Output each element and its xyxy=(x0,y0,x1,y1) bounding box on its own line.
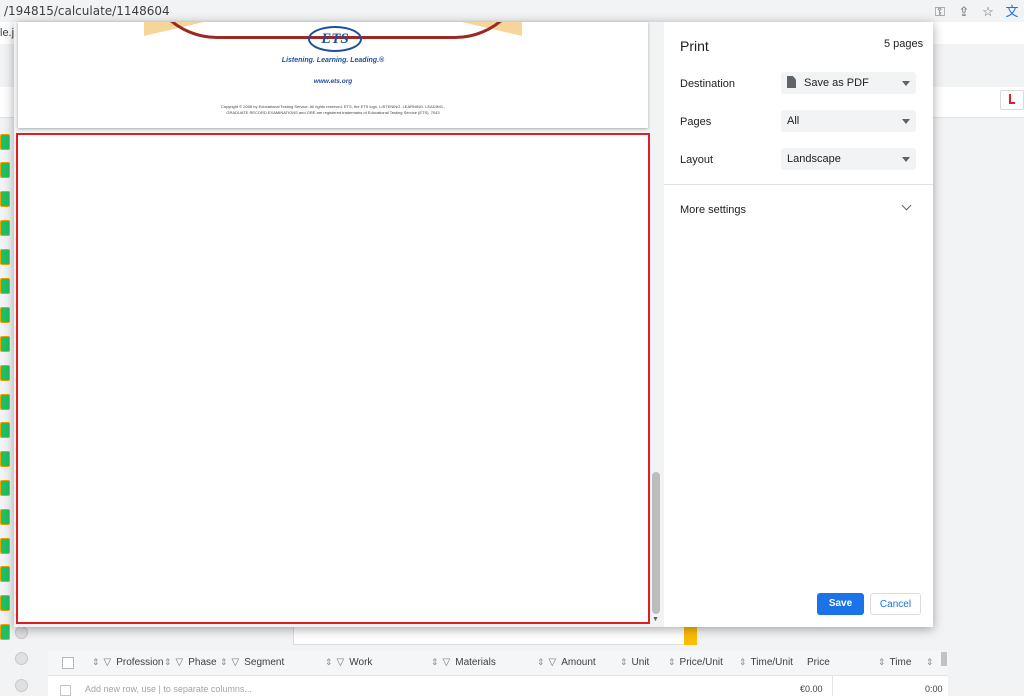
table-row[interactable]: Add new row, use | to separate columns..… xyxy=(48,676,948,696)
grid-scrollbar[interactable] xyxy=(941,652,947,666)
row-checkbox[interactable] xyxy=(60,685,71,696)
dropdown-caret-icon xyxy=(902,157,910,162)
preview-page-1: ETS Listening. Learning. Leading.® www.e… xyxy=(18,22,648,128)
more-settings-toggle[interactable]: More settings xyxy=(680,204,746,216)
layout-label: Layout xyxy=(680,154,714,166)
toolbar-red-button[interactable] xyxy=(1000,90,1024,110)
status-marker[interactable] xyxy=(0,220,10,236)
url-text[interactable]: /194815/calculate/1148604 xyxy=(4,4,170,18)
status-marker[interactable] xyxy=(0,134,10,150)
filter-icon[interactable]: ▽ xyxy=(232,657,240,668)
key-icon[interactable]: ⚿ xyxy=(932,4,948,20)
copyright-text: Copyright © 2008 by Educational Testing … xyxy=(220,104,446,115)
status-marker[interactable] xyxy=(0,162,10,178)
save-button[interactable]: Save xyxy=(817,593,864,615)
preview-page-2 xyxy=(16,133,650,624)
status-marker[interactable] xyxy=(0,307,10,323)
sort-icon[interactable]: ⇕ xyxy=(431,657,439,667)
column-header[interactable]: ⇕ Time xyxy=(878,657,911,668)
page-count: 5 pages xyxy=(884,38,924,50)
input-bar-handle[interactable] xyxy=(684,626,697,645)
column-header[interactable]: Price xyxy=(807,657,830,668)
row-indicator-icon[interactable] xyxy=(15,679,28,692)
column-header[interactable]: ⇕ ▽ Segment xyxy=(220,657,284,668)
status-marker[interactable] xyxy=(0,278,10,294)
filter-icon[interactable]: ▽ xyxy=(104,657,112,668)
filter-icon[interactable]: ▽ xyxy=(176,657,184,668)
column-header[interactable]: ⇕ Unit xyxy=(620,657,649,668)
sort-icon[interactable]: ⇕ xyxy=(220,657,228,667)
status-marker[interactable] xyxy=(0,365,10,381)
star-icon[interactable]: ☆ xyxy=(980,4,996,20)
status-marker[interactable] xyxy=(0,480,10,496)
row-time: 0:00 xyxy=(925,684,943,694)
column-header[interactable]: ⇕ Time/Unit xyxy=(739,657,793,668)
sort-icon[interactable]: ⇕ xyxy=(878,657,886,667)
share-icon[interactable]: ⇪ xyxy=(956,4,972,20)
status-marker[interactable] xyxy=(0,624,10,640)
sort-icon[interactable]: ⇕ xyxy=(620,657,628,667)
status-marker[interactable] xyxy=(0,336,10,352)
select-all-checkbox[interactable] xyxy=(62,657,74,669)
status-marker[interactable] xyxy=(0,249,10,265)
input-bar[interactable] xyxy=(293,626,697,645)
row-indicator-icon[interactable] xyxy=(15,626,28,639)
row-price: €0.00 xyxy=(800,684,823,694)
corner-icon xyxy=(1009,94,1015,104)
pages-label: Pages xyxy=(680,116,712,128)
sort-icon[interactable]: ⇕ xyxy=(668,657,676,667)
pages-select[interactable]: All xyxy=(781,110,916,132)
filter-icon[interactable]: ▽ xyxy=(337,657,345,668)
ets-logo: ETS xyxy=(308,26,362,52)
sort-icon[interactable]: ⇕ xyxy=(926,657,934,667)
filter-icon[interactable]: ▽ xyxy=(549,657,557,668)
destination-label: Destination xyxy=(680,78,736,90)
column-header[interactable]: ⇕ ▽ Profession xyxy=(92,657,164,668)
sort-icon[interactable]: ⇕ xyxy=(325,657,333,667)
sort-icon[interactable]: ⇕ xyxy=(164,657,172,667)
layout-select[interactable]: Landscape xyxy=(781,148,916,170)
sort-icon[interactable]: ⇕ xyxy=(92,657,100,667)
status-marker[interactable] xyxy=(0,595,10,611)
ets-tagline: Listening. Learning. Leading.® xyxy=(281,57,385,64)
column-header[interactable]: ⇕ ▽ Work xyxy=(325,657,372,668)
row-indicator-icon[interactable] xyxy=(15,652,28,665)
status-marker[interactable] xyxy=(0,191,10,207)
status-marker[interactable] xyxy=(0,538,10,554)
filter-icon[interactable]: ▽ xyxy=(443,657,451,668)
translate-icon[interactable]: 文 xyxy=(1004,4,1020,20)
status-marker[interactable] xyxy=(0,509,10,525)
ets-website: www.ets.org xyxy=(313,78,353,85)
settings-divider xyxy=(664,184,933,185)
status-marker[interactable] xyxy=(0,422,10,438)
dropdown-caret-icon xyxy=(902,119,910,124)
document-icon xyxy=(787,76,796,88)
column-header[interactable]: ⇕ Price/Unit xyxy=(668,657,723,668)
destination-select[interactable]: Save as PDF xyxy=(781,72,916,94)
column-menu[interactable]: ⇕ xyxy=(926,657,938,668)
sort-icon[interactable]: ⇕ xyxy=(739,657,747,667)
status-marker[interactable] xyxy=(0,394,10,410)
preview-scrollbar-thumb[interactable] xyxy=(652,472,660,614)
new-row-input[interactable]: Add new row, use | to separate columns..… xyxy=(85,684,252,694)
column-divider xyxy=(832,676,833,696)
scroll-down-icon[interactable]: ▼ xyxy=(652,616,659,623)
grid-header: ⇕ ▽ Profession ⇕ ▽ Phase ⇕ ▽ Segment ⇕ ▽ Work ⇕ ▽… xyxy=(48,651,948,676)
column-header[interactable]: ⇕ ▽ Phase xyxy=(164,657,217,668)
status-marker[interactable] xyxy=(0,566,10,582)
cancel-button[interactable]: Cancel xyxy=(870,593,921,615)
column-header[interactable]: ⇕ ▽ Amount xyxy=(537,657,596,668)
column-header[interactable]: ⇕ ▽ Materials xyxy=(431,657,496,668)
print-title: Print xyxy=(680,38,709,54)
sort-icon[interactable]: ⇕ xyxy=(537,657,545,667)
dropdown-caret-icon xyxy=(902,81,910,86)
status-marker[interactable] xyxy=(0,451,10,467)
